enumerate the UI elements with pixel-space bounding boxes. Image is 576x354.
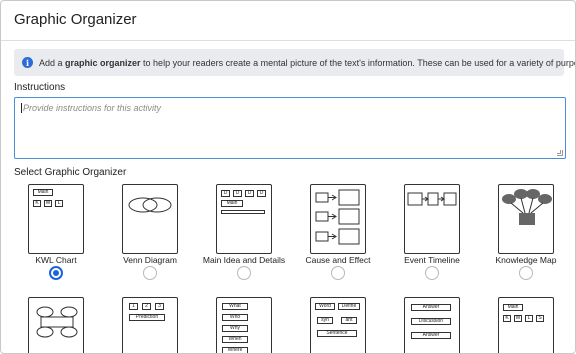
radio-knowledge-map[interactable] bbox=[519, 266, 533, 280]
timeline-icon bbox=[407, 192, 457, 206]
instructions-label: Instructions bbox=[14, 82, 66, 93]
prediction-step-box: 2 bbox=[142, 303, 151, 310]
idea-detail-box: D bbox=[245, 190, 254, 197]
option-prediction[interactable]: 1 2 3 Prediction bbox=[102, 297, 198, 353]
resize-grip-icon[interactable] bbox=[557, 150, 563, 156]
select-organizer-label: Select Graphic Organizer bbox=[14, 167, 127, 178]
option-knowledge-map[interactable]: Knowledge Map bbox=[478, 184, 574, 284]
prediction-box: Prediction bbox=[129, 314, 165, 321]
five-w-thumbnail: What Who Why When Where bbox=[216, 297, 272, 353]
kwl-w-box: W bbox=[44, 200, 52, 207]
knowledge-map-thumbnail bbox=[498, 184, 554, 254]
five-w-why-box: Why bbox=[222, 325, 248, 332]
idea-detail-box: D bbox=[257, 190, 266, 197]
panel-header: Graphic Organizer bbox=[1, 1, 575, 41]
idea-detail-box: D bbox=[233, 190, 242, 197]
kwl-main-box: Main bbox=[33, 189, 53, 196]
option-event-timeline[interactable]: Event Timeline bbox=[384, 184, 480, 284]
discussion-thumbnail: Answer Discussion Answer bbox=[404, 297, 460, 353]
venn-diagram-thumbnail bbox=[122, 184, 178, 254]
kwls-l-box: L bbox=[525, 315, 533, 322]
vocab-syn-box: syn bbox=[317, 317, 333, 324]
option-venn-diagram[interactable]: Venn Diagram bbox=[102, 184, 198, 284]
info-text-prefix: Add a bbox=[39, 57, 66, 68]
option-five-w[interactable]: What Who Why When Where bbox=[196, 297, 292, 353]
option-label-event-timeline: Event Timeline bbox=[404, 255, 460, 265]
info-icon: i bbox=[22, 57, 33, 68]
vocab-word-box: Word bbox=[315, 303, 335, 310]
kwl-chart-thumbnail: Main K W L bbox=[28, 184, 84, 254]
info-text-suffix: to help your readers create a mental pic… bbox=[140, 57, 576, 68]
instructions-placeholder: Provide instructions for this activity bbox=[23, 103, 162, 113]
idea-main-box: Main bbox=[221, 200, 243, 207]
vocab-define-box: Define bbox=[338, 303, 360, 310]
instructions-textarea[interactable]: Provide instructions for this activity bbox=[14, 97, 566, 159]
info-text-bold: graphic organizer bbox=[65, 57, 141, 68]
option-vocabulary[interactable]: Word Define syn ant Sentence bbox=[290, 297, 386, 353]
cause-effect-icon bbox=[315, 189, 360, 245]
kwls-s-box: S bbox=[536, 315, 544, 322]
venn-circles-icon bbox=[128, 197, 172, 213]
option-cause-effect[interactable]: Cause and Effect bbox=[290, 184, 386, 284]
kwls-chart-thumbnail: Main K W L S bbox=[498, 297, 554, 353]
radio-cause-effect[interactable] bbox=[331, 266, 345, 280]
option-discussion[interactable]: Answer Discussion Answer bbox=[384, 297, 480, 353]
prediction-step-box: 3 bbox=[155, 303, 164, 310]
prediction-thumbnail: 1 2 3 Prediction bbox=[122, 297, 178, 353]
five-w-who-box: Who bbox=[222, 314, 248, 321]
option-concept-map[interactable] bbox=[8, 297, 104, 353]
concept-map-icon bbox=[36, 306, 78, 338]
prediction-step-box: 1 bbox=[129, 303, 138, 310]
discussion-box: Discussion bbox=[411, 318, 451, 325]
kwl-k-box: K bbox=[33, 200, 41, 207]
panel-title: Graphic Organizer bbox=[14, 11, 137, 28]
info-text: Add a graphic organizer to help your rea… bbox=[39, 57, 576, 68]
discussion-answer-box: Answer bbox=[411, 304, 451, 311]
radio-event-timeline[interactable] bbox=[425, 266, 439, 280]
five-w-when-box: When bbox=[222, 336, 248, 343]
main-idea-thumbnail: D D D D Main bbox=[216, 184, 272, 254]
knowledge-map-icon bbox=[502, 189, 552, 225]
radio-kwl-chart[interactable] bbox=[49, 266, 63, 280]
kwls-main-box: Main bbox=[503, 304, 523, 311]
option-kwls-chart[interactable]: Main K W L S bbox=[478, 297, 574, 353]
option-label-cause-effect: Cause and Effect bbox=[305, 255, 371, 265]
kwls-k-box: K bbox=[503, 315, 511, 322]
kwls-w-box: W bbox=[514, 315, 522, 322]
radio-main-idea[interactable] bbox=[237, 266, 251, 280]
concept-map-thumbnail bbox=[28, 297, 84, 353]
vocab-sentence-box: Sentence bbox=[317, 330, 357, 337]
vocab-ant-box: ant bbox=[341, 317, 357, 324]
cause-effect-thumbnail bbox=[310, 184, 366, 254]
five-w-where-box: Where bbox=[222, 347, 248, 353]
kwl-l-box: L bbox=[55, 200, 63, 207]
graphic-organizer-panel: Graphic Organizer i Add a graphic organi… bbox=[0, 0, 576, 354]
idea-detail-box: D bbox=[221, 190, 230, 197]
option-main-idea[interactable]: D D D D Main Main Idea and Details bbox=[196, 184, 292, 284]
idea-line-box bbox=[221, 210, 265, 214]
text-caret bbox=[21, 103, 22, 113]
discussion-answer-box: Answer bbox=[411, 332, 451, 339]
option-label-kwl: KWL Chart bbox=[35, 255, 77, 265]
option-kwl-chart[interactable]: Main K W L KWL Chart bbox=[8, 184, 104, 284]
option-label-venn: Venn Diagram bbox=[123, 255, 177, 265]
event-timeline-thumbnail bbox=[404, 184, 460, 254]
five-w-what-box: What bbox=[222, 303, 248, 310]
option-label-main-idea: Main Idea and Details bbox=[202, 255, 286, 265]
radio-venn-diagram[interactable] bbox=[143, 266, 157, 280]
option-label-knowledge-map: Knowledge Map bbox=[495, 255, 557, 265]
vocabulary-thumbnail: Word Define syn ant Sentence bbox=[310, 297, 366, 353]
info-banner: i Add a graphic organizer to help your r… bbox=[14, 49, 575, 76]
